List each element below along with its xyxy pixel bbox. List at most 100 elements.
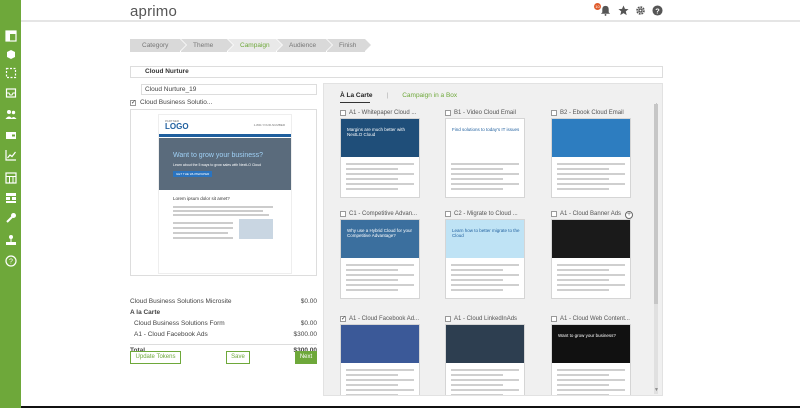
preview-line <box>173 237 233 239</box>
chart-icon[interactable] <box>4 149 17 161</box>
include-label: Cloud Business Solutio... <box>140 99 213 106</box>
asset-card[interactable]: B2 - Ebook Cloud Email <box>551 108 633 198</box>
products-icon[interactable] <box>4 48 17 60</box>
asset-card[interactable]: C1 - Competitive Advan... Why use a Hybri… <box>340 209 422 299</box>
card-checkbox[interactable] <box>551 109 557 116</box>
tab-campaign-in-a-box[interactable]: Campaign in a Box <box>402 92 457 99</box>
scroll-thumb[interactable] <box>654 104 658 304</box>
preview-panel: PARTNER LOGO 1-800-YOUR-NUMBER Want to g… <box>130 109 317 276</box>
asset-card[interactable]: A1 - Cloud Web Content... Want to grow yo… <box>551 314 633 395</box>
include-checkbox[interactable] <box>130 99 136 106</box>
thumbnail-hero <box>552 220 630 258</box>
asset-card[interactable]: A1 - Whitepaper Cloud ... Margins are muc… <box>340 108 422 198</box>
next-button[interactable]: Next <box>295 351 317 364</box>
step-finish[interactable]: Finish <box>327 39 371 52</box>
thumbnail-text-line <box>346 389 414 391</box>
thumbnail-text-line <box>451 394 503 395</box>
thumbnail-text-line <box>346 289 398 291</box>
asset-card[interactable]: A1 - Cloud Facebook Ad... <box>340 314 422 395</box>
card-thumbnail[interactable]: Why use a Hybrid Cloud for your Competit… <box>340 219 420 299</box>
dashboard-icon[interactable] <box>4 30 17 42</box>
card-checkbox[interactable] <box>445 315 451 322</box>
thumbnail-hero-text: Learn how to better migrate to the Cloud <box>452 228 520 238</box>
thumbnail-text-line <box>346 274 414 276</box>
asset-card[interactable]: B1 - Video Cloud Email Find solutions to … <box>445 108 527 198</box>
gear-icon[interactable] <box>634 4 646 16</box>
users-icon[interactable] <box>4 108 17 120</box>
step-audience[interactable]: Audience <box>277 39 332 52</box>
add-icon[interactable]: + <box>625 211 633 219</box>
thumbnail-text-line <box>557 374 609 376</box>
asset-card[interactable]: A1 - Cloud Banner Ads <box>551 209 633 299</box>
thumbnail-text-line <box>557 394 609 395</box>
preview-hero-title: Want to grow your business? <box>173 152 264 159</box>
card-label: C1 - Competitive Advan... <box>349 210 418 217</box>
sitemap-icon[interactable] <box>4 192 17 204</box>
card-checkbox[interactable] <box>445 109 451 116</box>
wallet-icon[interactable] <box>4 129 17 141</box>
preview-nav-bar <box>159 134 291 137</box>
card-header: B2 - Ebook Cloud Email <box>551 108 633 117</box>
asset-card[interactable]: A1 - Cloud LinkedInAds <box>445 314 527 395</box>
thumbnail-text-line <box>451 379 519 381</box>
microsite-preview: PARTNER LOGO 1-800-YOUR-NUMBER Want to g… <box>158 114 292 274</box>
card-thumbnail[interactable] <box>340 324 420 395</box>
card-thumbnail[interactable]: Find solutions to today's IT issues <box>445 118 525 198</box>
update-tokens-button[interactable]: Update Tokens <box>130 351 181 364</box>
thumbnail-text-line <box>346 394 398 395</box>
scroll-down-icon[interactable]: ▼ <box>654 387 659 393</box>
thumbnail-text-line <box>346 178 398 180</box>
card-label: A1 - Cloud LinkedInAds <box>454 315 518 322</box>
card-checkbox[interactable] <box>340 210 346 217</box>
asset-card[interactable]: C2 - Migrate to Cloud ... Learn how to be… <box>445 209 527 299</box>
card-checkbox[interactable] <box>445 210 451 217</box>
thumbnail-text-line <box>451 289 503 291</box>
help-icon[interactable]: ? <box>4 255 17 267</box>
summary-label: Cloud Business Solutions Microsite <box>130 298 232 305</box>
card-thumbnail[interactable] <box>551 219 631 299</box>
cost-summary: Cloud Business Solutions Microsite $0.00 … <box>130 296 317 355</box>
selection-icon[interactable] <box>4 67 17 79</box>
card-checkbox[interactable] <box>340 315 346 322</box>
thumbnail-hero: Want to grow your business? <box>552 325 630 363</box>
card-thumbnail[interactable]: Want to grow your business? <box>551 324 631 395</box>
asset-gallery: À La Carte | Campaign in a Box A1 - Whit… <box>323 83 663 396</box>
thumbnail-text-line <box>451 384 503 386</box>
preview-logo: LOGO <box>165 122 189 131</box>
card-thumbnail[interactable] <box>551 118 631 198</box>
card-checkbox[interactable] <box>340 109 346 116</box>
card-header: A1 - Cloud LinkedInAds <box>445 314 527 323</box>
star-icon[interactable] <box>617 4 629 16</box>
step-campaign[interactable]: Campaign <box>228 39 282 52</box>
step-category[interactable]: Category <box>130 39 186 52</box>
tab-a-la-carte[interactable]: À La Carte <box>340 92 373 99</box>
org-icon[interactable] <box>4 234 17 246</box>
save-button[interactable]: Save <box>226 351 250 364</box>
left-nav-sidebar: ? <box>0 0 21 408</box>
card-thumbnail[interactable]: Margins are much better with NextLO Clou… <box>340 118 420 198</box>
inbox-icon[interactable] <box>4 87 17 99</box>
help-circle-icon[interactable]: ? <box>651 4 663 16</box>
thumbnail-text-line <box>557 264 625 266</box>
thumbnail-text-line <box>346 163 414 165</box>
campaign-name-input[interactable] <box>141 84 317 95</box>
svg-text:?: ? <box>655 6 660 15</box>
thumbnail-text-line <box>346 168 398 170</box>
tools-icon[interactable] <box>4 212 17 224</box>
thumbnail-hero: Margins are much better with NextLO Clou… <box>341 119 419 157</box>
step-theme[interactable]: Theme <box>181 39 233 52</box>
card-label: A1 - Cloud Web Content... <box>560 315 630 322</box>
gallery-tabs: À La Carte | Campaign in a Box <box>340 89 457 101</box>
thumbnail-text-line <box>451 163 519 165</box>
card-checkbox[interactable] <box>551 315 557 322</box>
aprimo-logo[interactable]: aprimo <box>130 3 177 20</box>
card-thumbnail[interactable]: Learn how to better migrate to the Cloud <box>445 219 525 299</box>
thumbnail-text-line <box>451 183 519 185</box>
card-thumbnail[interactable] <box>445 324 525 395</box>
thumbnail-hero <box>552 119 630 157</box>
card-checkbox[interactable] <box>551 210 557 217</box>
thumbnail-text-line <box>557 188 609 190</box>
gallery-scrollbar[interactable] <box>654 104 658 394</box>
card-header: A1 - Cloud Web Content... <box>551 314 633 323</box>
layout-icon[interactable] <box>4 172 17 184</box>
